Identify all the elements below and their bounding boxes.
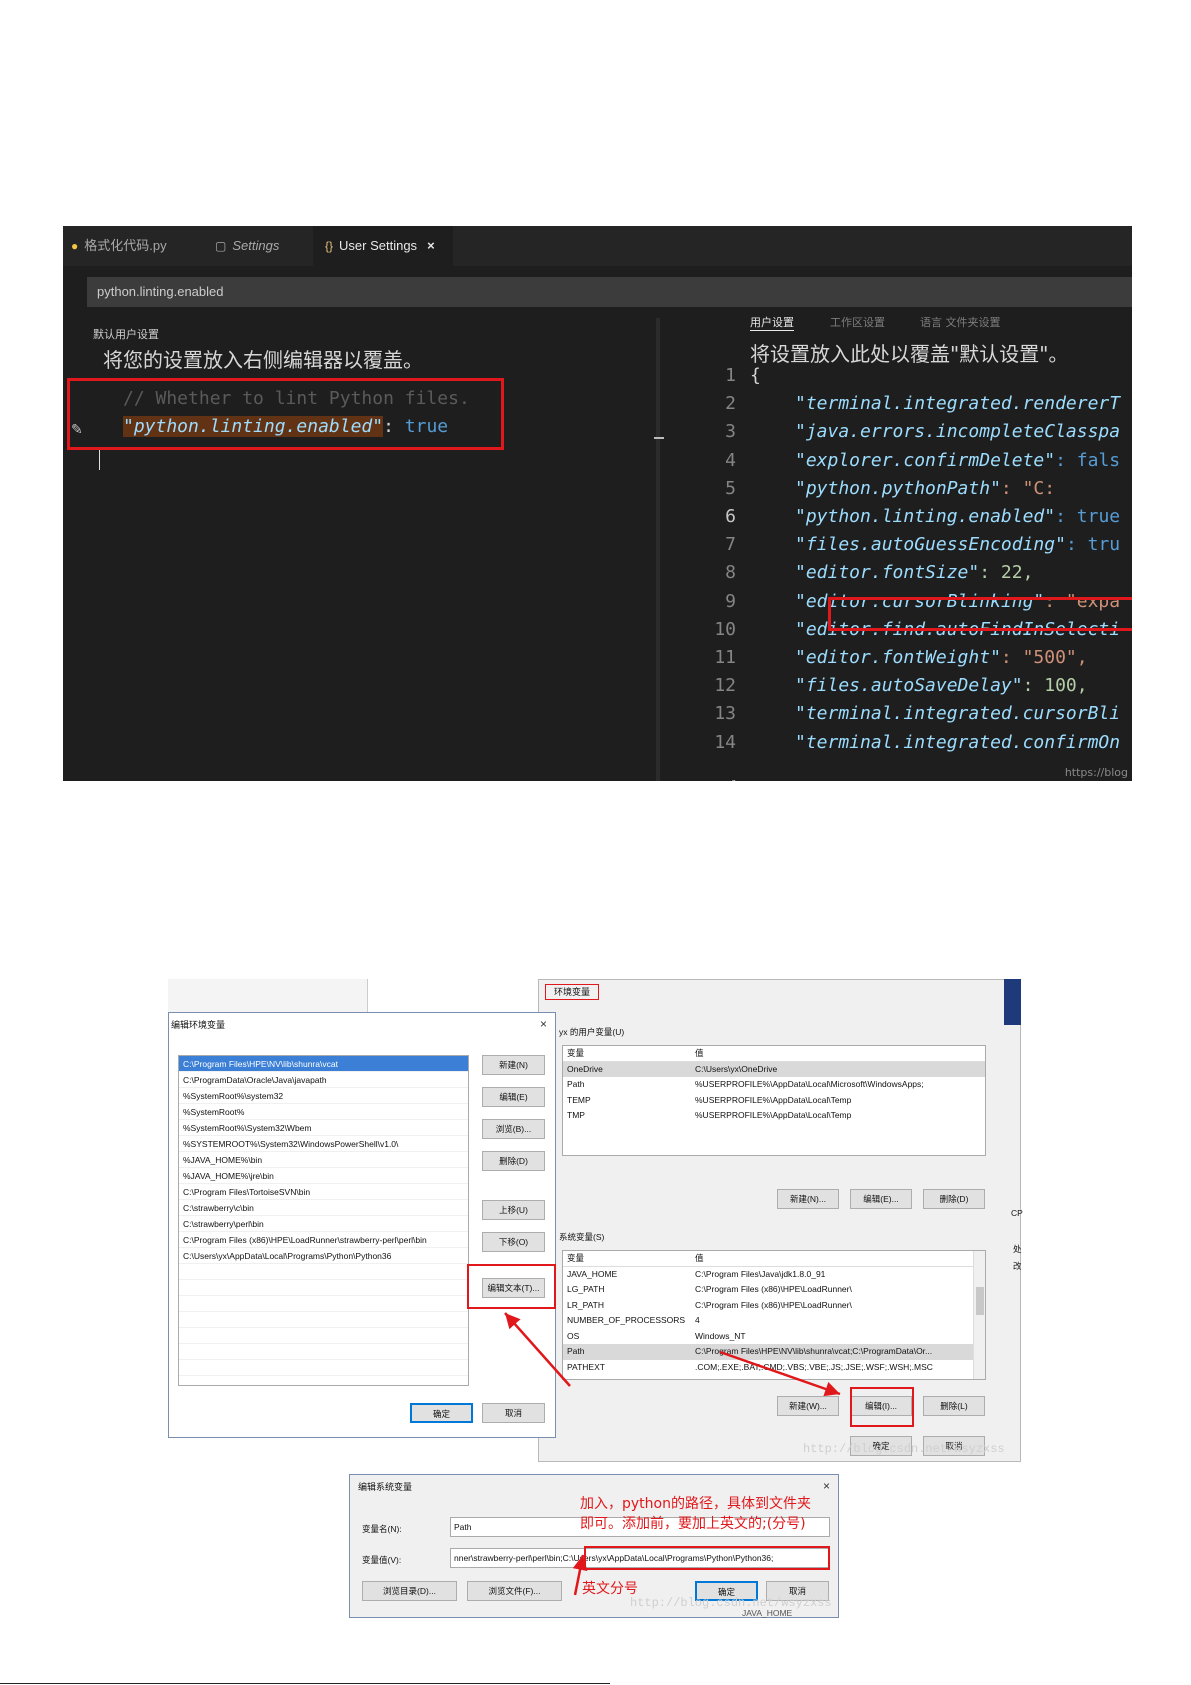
arrow-to-edit-button [719,1350,841,1397]
annotation-arrows [504,1312,841,1596]
page-rule [0,1683,610,1684]
arrow-to-semicolon [572,1554,588,1596]
arrow-to-edit-text [504,1312,571,1387]
